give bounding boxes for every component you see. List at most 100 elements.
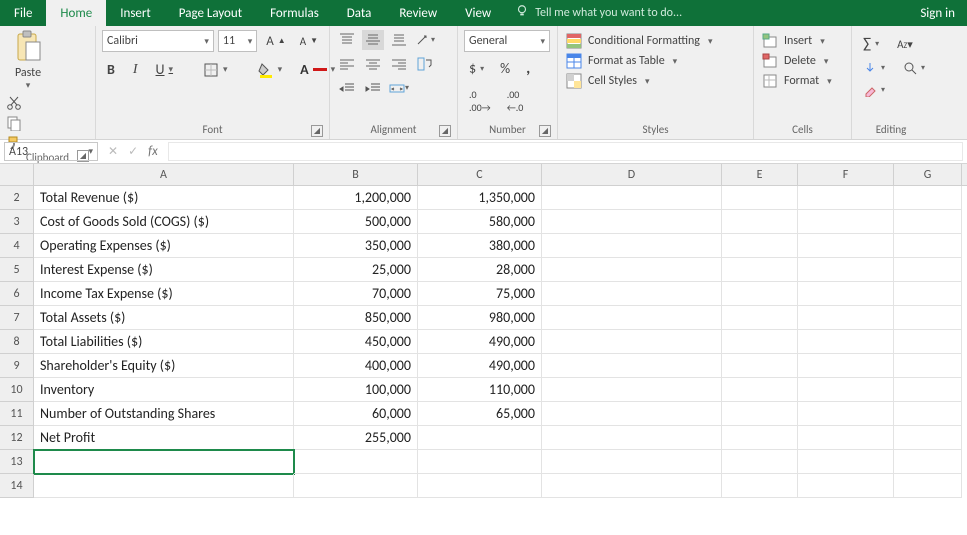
format-cells-button[interactable]: Format▾ [760, 72, 845, 90]
cell[interactable] [542, 474, 722, 498]
cell[interactable] [722, 282, 798, 306]
cell[interactable]: Total Revenue ($) [34, 186, 294, 210]
cell[interactable]: 490,000 [418, 330, 542, 354]
cell[interactable] [722, 378, 798, 402]
col-header-b[interactable]: B [294, 164, 418, 185]
col-header-f[interactable]: F [798, 164, 894, 185]
cell[interactable] [894, 186, 962, 210]
cell[interactable] [542, 330, 722, 354]
wrap-text-icon[interactable] [414, 54, 436, 74]
insert-cells-button[interactable]: Insert▾ [760, 32, 845, 50]
cell[interactable] [894, 306, 962, 330]
tab-page-layout[interactable]: Page Layout [165, 0, 256, 26]
cell[interactable]: 110,000 [418, 378, 542, 402]
orientation-icon[interactable]: ▾ [414, 30, 436, 50]
paste-icon[interactable] [14, 30, 42, 64]
cell[interactable] [542, 354, 722, 378]
align-middle-icon[interactable] [362, 30, 384, 50]
cell[interactable] [722, 186, 798, 210]
cell[interactable]: Operating Expenses ($) [34, 234, 294, 258]
cell[interactable] [722, 234, 798, 258]
fx-icon[interactable]: fx [148, 144, 158, 159]
cell[interactable] [542, 186, 722, 210]
decrease-decimal-icon[interactable]: .00←.0 [502, 85, 529, 117]
autosum-icon[interactable]: ∑ ▾ [858, 32, 884, 56]
cell[interactable] [798, 234, 894, 258]
font-name-select[interactable]: Calibri▾ [102, 30, 214, 52]
cell[interactable]: 1,200,000 [294, 186, 418, 210]
cell[interactable] [798, 354, 894, 378]
tab-view[interactable]: View [451, 0, 505, 26]
italic-button[interactable]: I [128, 59, 143, 81]
underline-button[interactable]: U ▾ [151, 58, 179, 81]
cell[interactable] [894, 426, 962, 450]
cell[interactable]: 850,000 [294, 306, 418, 330]
row-header[interactable]: 6 [0, 282, 34, 306]
tab-insert[interactable]: Insert [106, 0, 165, 26]
accounting-format-icon[interactable]: $ ▾ [464, 57, 489, 80]
cell[interactable] [894, 354, 962, 378]
cell[interactable] [542, 234, 722, 258]
cell[interactable]: 60,000 [294, 402, 418, 426]
cut-icon[interactable] [6, 95, 22, 111]
cell[interactable] [294, 450, 418, 474]
cell[interactable] [542, 258, 722, 282]
align-bottom-icon[interactable] [388, 30, 410, 50]
align-right-icon[interactable] [388, 54, 410, 74]
cell[interactable]: 1,350,000 [418, 186, 542, 210]
cell[interactable]: 380,000 [418, 234, 542, 258]
cell[interactable] [894, 210, 962, 234]
col-header-a[interactable]: A [34, 164, 294, 185]
cell[interactable] [542, 210, 722, 234]
name-box[interactable]: A13▾ [4, 142, 98, 161]
cell[interactable]: Income Tax Expense ($) [34, 282, 294, 306]
row-header[interactable]: 5 [0, 258, 34, 282]
tab-formulas[interactable]: Formulas [256, 0, 333, 26]
worksheet-grid[interactable]: A B C D E F G 2Total Revenue ($)1,200,00… [0, 164, 967, 498]
cell[interactable] [34, 450, 294, 474]
formula-bar[interactable] [168, 142, 963, 161]
row-header[interactable]: 3 [0, 210, 34, 234]
conditional-formatting-button[interactable]: Conditional Formatting▾ [564, 32, 747, 50]
cell[interactable] [542, 378, 722, 402]
row-header[interactable]: 14 [0, 474, 34, 498]
cell[interactable]: 25,000 [294, 258, 418, 282]
row-header[interactable]: 9 [0, 354, 34, 378]
row-header[interactable]: 11 [0, 402, 34, 426]
increase-decimal-icon[interactable]: .0.00→ [464, 85, 496, 117]
cell[interactable] [542, 450, 722, 474]
decrease-font-icon[interactable]: A▼ [295, 32, 323, 51]
row-header[interactable]: 10 [0, 378, 34, 402]
enter-formula-icon[interactable]: ✓ [128, 144, 138, 159]
cell[interactable] [798, 402, 894, 426]
cell[interactable] [542, 306, 722, 330]
clear-icon[interactable]: ▾ [858, 80, 890, 100]
decrease-indent-icon[interactable] [336, 78, 358, 98]
cell[interactable] [894, 234, 962, 258]
cell[interactable] [722, 474, 798, 498]
alignment-dialog-launcher[interactable]: ◢ [439, 125, 451, 137]
tell-me-search[interactable]: Tell me what you want to do... [505, 0, 692, 26]
sort-filter-icon[interactable]: AZ▾ [892, 35, 918, 54]
cell[interactable] [542, 426, 722, 450]
cell[interactable]: Shareholder's Equity ($) [34, 354, 294, 378]
row-header[interactable]: 4 [0, 234, 34, 258]
cell[interactable] [798, 186, 894, 210]
cell[interactable] [294, 474, 418, 498]
cell[interactable] [798, 450, 894, 474]
cell[interactable] [722, 450, 798, 474]
cell[interactable]: Interest Expense ($) [34, 258, 294, 282]
increase-font-icon[interactable]: A▲ [261, 31, 290, 52]
row-header[interactable]: 2 [0, 186, 34, 210]
cell[interactable]: 400,000 [294, 354, 418, 378]
cancel-formula-icon[interactable]: ✕ [108, 144, 118, 159]
find-select-icon[interactable]: ▾ [898, 58, 930, 78]
col-header-d[interactable]: D [542, 164, 722, 185]
number-dialog-launcher[interactable]: ◢ [539, 125, 551, 137]
cell[interactable] [798, 258, 894, 282]
cell[interactable]: Total Assets ($) [34, 306, 294, 330]
row-header[interactable]: 7 [0, 306, 34, 330]
cell[interactable] [798, 426, 894, 450]
cell[interactable] [798, 282, 894, 306]
paste-label[interactable]: Paste [15, 66, 41, 80]
